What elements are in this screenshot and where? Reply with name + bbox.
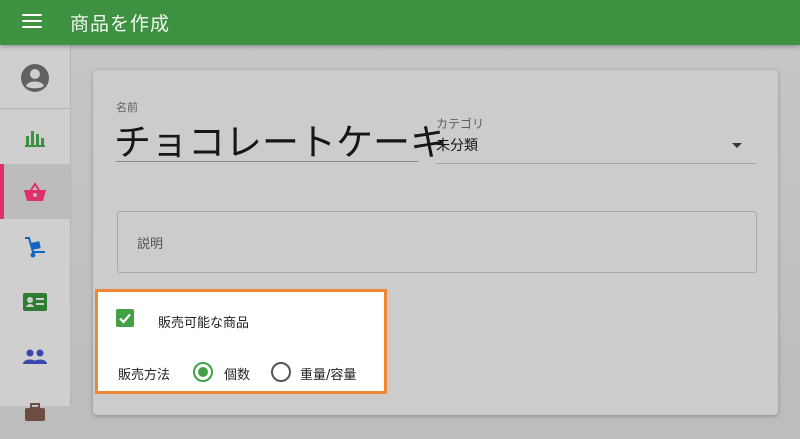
category-label: カテゴリ	[436, 117, 485, 131]
radio-quantity-label: 個数	[224, 368, 251, 383]
name-field-underline	[116, 161, 419, 162]
sidebar-item-products[interactable]	[0, 164, 70, 219]
sidebar-item-staff[interactable]	[0, 274, 70, 329]
sidebar-item-business[interactable]	[0, 384, 70, 439]
available-label: 販売可能な商品	[158, 316, 250, 331]
basket-icon	[24, 181, 46, 201]
sale-method-label: 販売方法	[118, 368, 171, 383]
id-card-icon	[23, 292, 47, 311]
radio-weight-volume[interactable]	[271, 362, 291, 382]
sidebar-item-customers[interactable]	[0, 329, 70, 384]
sidebar-item-account[interactable]	[0, 50, 70, 105]
description-label: 説明	[137, 237, 164, 252]
name-field[interactable]: チョコレートケーキ	[114, 112, 447, 166]
description-field[interactable]	[117, 211, 757, 273]
bar-chart-icon	[25, 130, 45, 147]
menu-icon[interactable]	[22, 14, 42, 32]
app-bar: 商品を作成	[0, 0, 800, 45]
radio-quantity[interactable]	[193, 362, 213, 382]
category-select[interactable]: 未分類	[436, 135, 478, 155]
sidebar-item-reports[interactable]	[0, 109, 70, 164]
page-title: 商品を作成	[70, 13, 171, 35]
available-checkbox[interactable]	[116, 309, 134, 327]
people-icon	[23, 349, 47, 364]
category-underline	[436, 163, 756, 164]
dropdown-arrow-icon[interactable]	[732, 143, 742, 148]
radio-weight-volume-label: 重量/容量	[300, 368, 357, 383]
account-circle-icon	[21, 63, 49, 92]
checkmark-icon	[119, 313, 131, 324]
sidebar	[0, 45, 71, 421]
briefcase-icon	[25, 402, 45, 421]
sidebar-item-inventory[interactable]	[0, 219, 70, 274]
hand-truck-icon	[25, 236, 45, 257]
